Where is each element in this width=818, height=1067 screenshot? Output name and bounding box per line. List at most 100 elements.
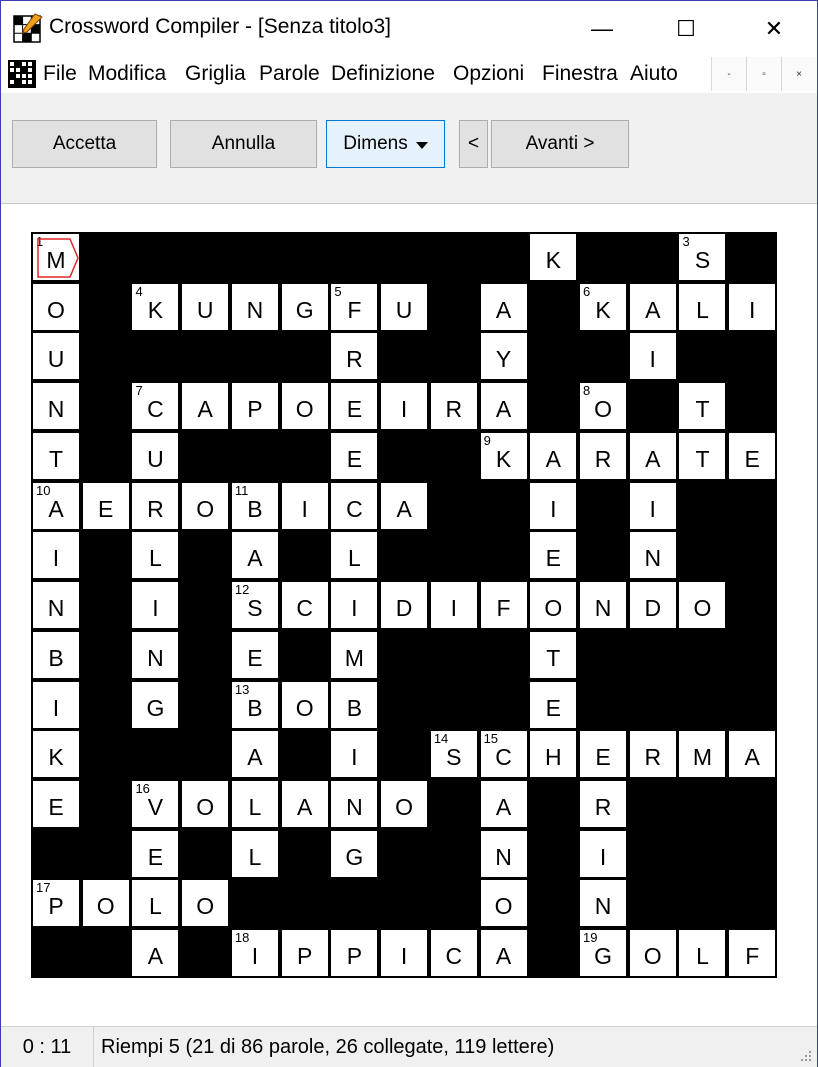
- grid-cell[interactable]: O: [182, 781, 229, 828]
- grid-cell[interactable]: 19 G: [580, 930, 627, 977]
- grid-cell[interactable]: I: [729, 283, 776, 330]
- grid-cell[interactable]: 5F: [331, 283, 378, 330]
- previous-button[interactable]: <: [459, 120, 488, 168]
- menu-parole[interactable]: Parole: [259, 62, 320, 86]
- grid-cell[interactable]: N: [231, 283, 278, 330]
- grid-cell[interactable]: I: [381, 383, 428, 430]
- grid-cell[interactable]: O: [629, 930, 676, 977]
- close-button[interactable]: ✕: [745, 9, 803, 49]
- grid-cell[interactable]: I: [331, 582, 378, 629]
- grid-cell[interactable]: G: [331, 830, 378, 877]
- grid-cell[interactable]: A: [381, 482, 428, 529]
- grid-cell[interactable]: E: [580, 731, 627, 778]
- grid-cell[interactable]: 18 I: [231, 930, 278, 977]
- grid-cell[interactable]: 17 P: [33, 880, 79, 927]
- grid-cell[interactable]: R: [132, 482, 179, 529]
- grid-cell[interactable]: B: [33, 631, 79, 678]
- grid-cell[interactable]: I: [580, 830, 627, 877]
- grid-cell[interactable]: O: [530, 582, 577, 629]
- grid-cell[interactable]: 16 V: [132, 781, 179, 828]
- grid-cell[interactable]: O: [82, 880, 129, 927]
- resize-grip-icon[interactable]: [799, 1049, 813, 1063]
- grid-cell[interactable]: K: [530, 234, 577, 280]
- grid-cell[interactable]: R: [580, 432, 627, 479]
- grid-cell[interactable]: I: [629, 482, 676, 529]
- grid-cell[interactable]: O: [480, 880, 527, 927]
- grid-cell[interactable]: A: [231, 532, 278, 579]
- grid-cell[interactable]: I: [33, 681, 79, 728]
- grid-cell[interactable]: N: [480, 830, 527, 877]
- grid-cell[interactable]: M: [679, 731, 726, 778]
- grid-cell[interactable]: 1M: [33, 234, 79, 280]
- grid-cell[interactable]: K: [33, 731, 79, 778]
- grid-cell[interactable]: N: [132, 631, 179, 678]
- grid-cell[interactable]: O: [281, 681, 328, 728]
- grid-cell[interactable]: B: [331, 681, 378, 728]
- grid-cell[interactable]: N: [331, 781, 378, 828]
- grid-cell[interactable]: 8O: [580, 383, 627, 430]
- grid-cell[interactable]: A: [729, 731, 776, 778]
- grid-cell[interactable]: E: [331, 383, 378, 430]
- grid-cell[interactable]: G: [281, 283, 328, 330]
- grid-cell[interactable]: U: [182, 283, 229, 330]
- grid-cell[interactable]: N: [33, 383, 79, 430]
- grid-cell[interactable]: A: [231, 731, 278, 778]
- grid-cell[interactable]: C: [430, 930, 477, 977]
- grid-cell[interactable]: I: [331, 731, 378, 778]
- menu-finestra[interactable]: Finestra: [542, 62, 618, 86]
- grid-cell[interactable]: U: [132, 432, 179, 479]
- grid-cell[interactable]: R: [430, 383, 477, 430]
- grid-cell[interactable]: 10 A: [33, 482, 79, 529]
- grid-cell[interactable]: T: [679, 432, 726, 479]
- grid-cell[interactable]: O: [33, 283, 79, 330]
- grid-cell[interactable]: E: [82, 482, 129, 529]
- size-dropdown-button[interactable]: Dimens: [326, 120, 445, 168]
- accept-button[interactable]: Accetta: [12, 120, 157, 168]
- menu-definizione[interactable]: Definizione: [331, 62, 435, 86]
- grid-cell[interactable]: A: [480, 930, 527, 977]
- grid-cell[interactable]: A: [182, 383, 229, 430]
- menu-griglia[interactable]: Griglia: [185, 62, 246, 86]
- grid-cell[interactable]: T: [530, 631, 577, 678]
- grid-cell[interactable]: 11 B: [231, 482, 278, 529]
- grid-cell[interactable]: A: [480, 781, 527, 828]
- grid-cell[interactable]: N: [580, 880, 627, 927]
- grid-cell[interactable]: E: [132, 830, 179, 877]
- grid-cell[interactable]: L: [679, 283, 726, 330]
- grid-cell[interactable]: R: [331, 333, 378, 380]
- grid-cell[interactable]: E: [33, 781, 79, 828]
- grid-cell[interactable]: D: [629, 582, 676, 629]
- grid-cell[interactable]: T: [33, 432, 79, 479]
- grid-cell[interactable]: C: [331, 482, 378, 529]
- grid-cell[interactable]: A: [480, 283, 527, 330]
- cancel-button[interactable]: Annulla: [170, 120, 317, 168]
- grid-cell[interactable]: I: [430, 582, 477, 629]
- grid-cell[interactable]: E: [530, 681, 577, 728]
- grid-cell[interactable]: O: [381, 781, 428, 828]
- grid-cell[interactable]: 14 S: [430, 731, 477, 778]
- grid-cell[interactable]: I: [281, 482, 328, 529]
- grid-cell[interactable]: I: [629, 333, 676, 380]
- grid-cell[interactable]: M: [331, 631, 378, 678]
- grid-cell[interactable]: A: [480, 383, 527, 430]
- grid-cell[interactable]: 15 C: [480, 731, 527, 778]
- crossword-grid[interactable]: 1MK3SO4KUNG5FUA6KALIURYIN7CAPOEIRA8OTTUE…: [31, 232, 777, 978]
- grid-cell[interactable]: 7C: [132, 383, 179, 430]
- grid-cell[interactable]: 4K: [132, 283, 179, 330]
- grid-cell[interactable]: I: [381, 930, 428, 977]
- grid-cell[interactable]: I: [132, 582, 179, 629]
- grid-cell[interactable]: 13 B: [231, 681, 278, 728]
- grid-cell[interactable]: O: [182, 482, 229, 529]
- minimize-button[interactable]: —: [573, 9, 631, 49]
- grid-cell[interactable]: A: [629, 283, 676, 330]
- grid-cell[interactable]: A: [629, 432, 676, 479]
- grid-cell[interactable]: L: [679, 930, 726, 977]
- mdi-restore-button[interactable]: ▫: [746, 57, 781, 91]
- grid-cell[interactable]: L: [231, 781, 278, 828]
- grid-cell[interactable]: T: [679, 383, 726, 430]
- grid-cell[interactable]: H: [530, 731, 577, 778]
- grid-cell[interactable]: U: [381, 283, 428, 330]
- grid-cell[interactable]: O: [281, 383, 328, 430]
- maximize-button[interactable]: ☐: [657, 9, 715, 49]
- grid-cell[interactable]: Y: [480, 333, 527, 380]
